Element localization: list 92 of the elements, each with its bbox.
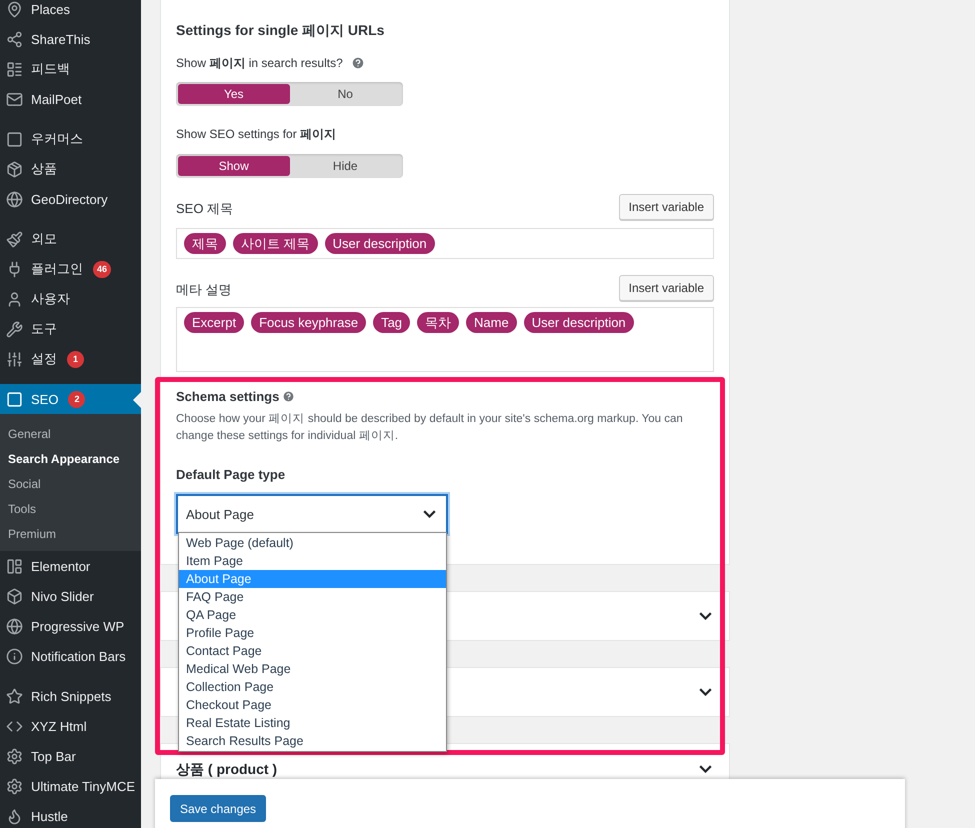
submenu-item[interactable]: General [0, 421, 141, 446]
help-icon[interactable] [350, 56, 365, 70]
menu-item[interactable]: 피드백 [0, 54, 141, 84]
chevron-icon [699, 765, 712, 773]
menu-item[interactable]: Ultimate TinyMCE [0, 771, 141, 801]
star-icon [5, 688, 23, 704]
mail-icon [5, 90, 23, 108]
menu-item[interactable]: ShareThis [0, 24, 141, 54]
variable-tag: User description [324, 233, 435, 254]
description-text: Choose how your 페이지 should be described by default in your site's schema.org markup. You can change these settings for individual 페이지. [176, 412, 684, 444]
menu-item[interactable]: Notification Bars [0, 641, 141, 671]
menu-item[interactable]: XYZ Html [0, 711, 141, 741]
variable-tag: 사이트 제목 [233, 233, 318, 254]
gear-icon [5, 778, 23, 794]
dropdown-option[interactable]: Contact Page [179, 642, 446, 660]
section-heading: Settings for single 페이지 URLs [176, 21, 386, 40]
menu-item[interactable]: Elementor [0, 551, 141, 581]
submenu-item[interactable]: Premium [0, 521, 141, 546]
dropdown-option[interactable]: Collection Page [179, 678, 446, 696]
wrench-icon [5, 320, 23, 338]
dropdown-option[interactable]: Web Page (default) [179, 534, 446, 552]
chevron-icon [423, 510, 436, 518]
variable-tag: 제목 [184, 233, 226, 254]
menu-item[interactable]: Top Bar [0, 741, 141, 771]
dropdown-option[interactable]: QA Page [179, 606, 446, 624]
save-button[interactable]: Save changes [170, 795, 266, 822]
field-label: 메타 설명 [176, 281, 232, 299]
variable-tag: User description [524, 312, 634, 333]
dropdown-option[interactable]: Checkout Page [179, 696, 446, 714]
paintbrush-icon [5, 230, 23, 248]
help-icon[interactable] [282, 390, 296, 403]
chevron-icon [699, 612, 712, 620]
dropdown-option[interactable]: Search Results Page [179, 732, 446, 750]
menu-item[interactable]: GeoDirectory [0, 184, 141, 214]
logo-icon [5, 390, 23, 408]
submenu-item[interactable]: Search Appearance [0, 446, 141, 471]
menu-item[interactable]: Rich Snippets [0, 681, 141, 711]
menu-item[interactable]: Hustle [0, 801, 141, 828]
toggle-option[interactable]: Yes [178, 84, 290, 104]
menu-item[interactable]: 설정 1 [0, 344, 141, 374]
layout-icon [5, 558, 23, 574]
toggle-option[interactable]: No [290, 84, 401, 104]
dropdown-option[interactable]: Medical Web Page [179, 660, 446, 678]
menu-item[interactable]: 상품 [0, 154, 141, 184]
info-icon [5, 648, 23, 664]
variable-tag: Excerpt [184, 312, 244, 333]
menu-item[interactable]: MailPoet [0, 84, 141, 114]
dropdown-option[interactable]: Profile Page [179, 624, 446, 642]
menu-item[interactable]: 우커머스 [0, 124, 141, 154]
variable-tag: Tag [373, 312, 410, 333]
toggle-option[interactable]: Hide [290, 156, 401, 176]
description-field[interactable]: Excerpt Focus keyphrase Tag 목차 Name User description [176, 307, 714, 372]
dropdown-option[interactable]: Real Estate Listing [179, 714, 446, 732]
toggle-option[interactable]: Show [178, 156, 290, 176]
menu-item[interactable]: SEO 2 [0, 384, 141, 414]
menu-item[interactable]: Progressive WP [0, 611, 141, 641]
menu-item[interactable]: 외모 [0, 224, 141, 254]
gear-icon [5, 748, 23, 764]
box-icon [5, 160, 23, 178]
count-badge: 1 [67, 350, 84, 368]
panel-title: 상품 ( product ) [176, 761, 278, 779]
field-label: SEO 제목 [176, 200, 234, 218]
sliders-icon [5, 350, 23, 368]
submenu-item[interactable]: Social [0, 471, 141, 496]
insert-variable-button[interactable]: Insert variable [618, 275, 714, 301]
field-label: Show SEO settings for 페이지 [176, 126, 336, 143]
variable-tag: Focus keyphrase [251, 312, 366, 333]
count-badge: 46 [93, 260, 112, 278]
share-icon [5, 30, 23, 48]
map-pin-icon [5, 0, 23, 18]
menu-item[interactable]: 사용자 [0, 284, 141, 314]
menu-item[interactable]: 도구 [0, 314, 141, 344]
square-icon [5, 130, 23, 148]
page-type-select[interactable]: About Page [176, 494, 448, 534]
insert-variable-button[interactable]: Insert variable [618, 194, 714, 220]
field-label: Show 페이지 in search results? [176, 55, 343, 72]
menu-item[interactable]: Places [0, 0, 141, 24]
menu-item[interactable]: Nivo Slider [0, 581, 141, 611]
submenu-item[interactable]: Tools [0, 496, 141, 521]
count-badge: 2 [68, 390, 86, 408]
variable-tag: 목차 [417, 312, 460, 333]
dropdown-option[interactable]: FAQ Page [179, 588, 446, 606]
chevron-icon [699, 688, 712, 696]
dropdown-option[interactable]: Item Page [179, 552, 446, 570]
field-label: Default Page type [176, 467, 286, 482]
menu-item[interactable]: 플러그인 46 [0, 254, 141, 284]
globe-icon [5, 190, 23, 208]
title-field[interactable]: 제목 사이트 제목 User description [176, 228, 714, 259]
list-icon [5, 60, 23, 78]
section-heading: Schema settings [176, 389, 280, 404]
variable-tag: Name [466, 312, 517, 333]
cube-icon [5, 588, 23, 604]
